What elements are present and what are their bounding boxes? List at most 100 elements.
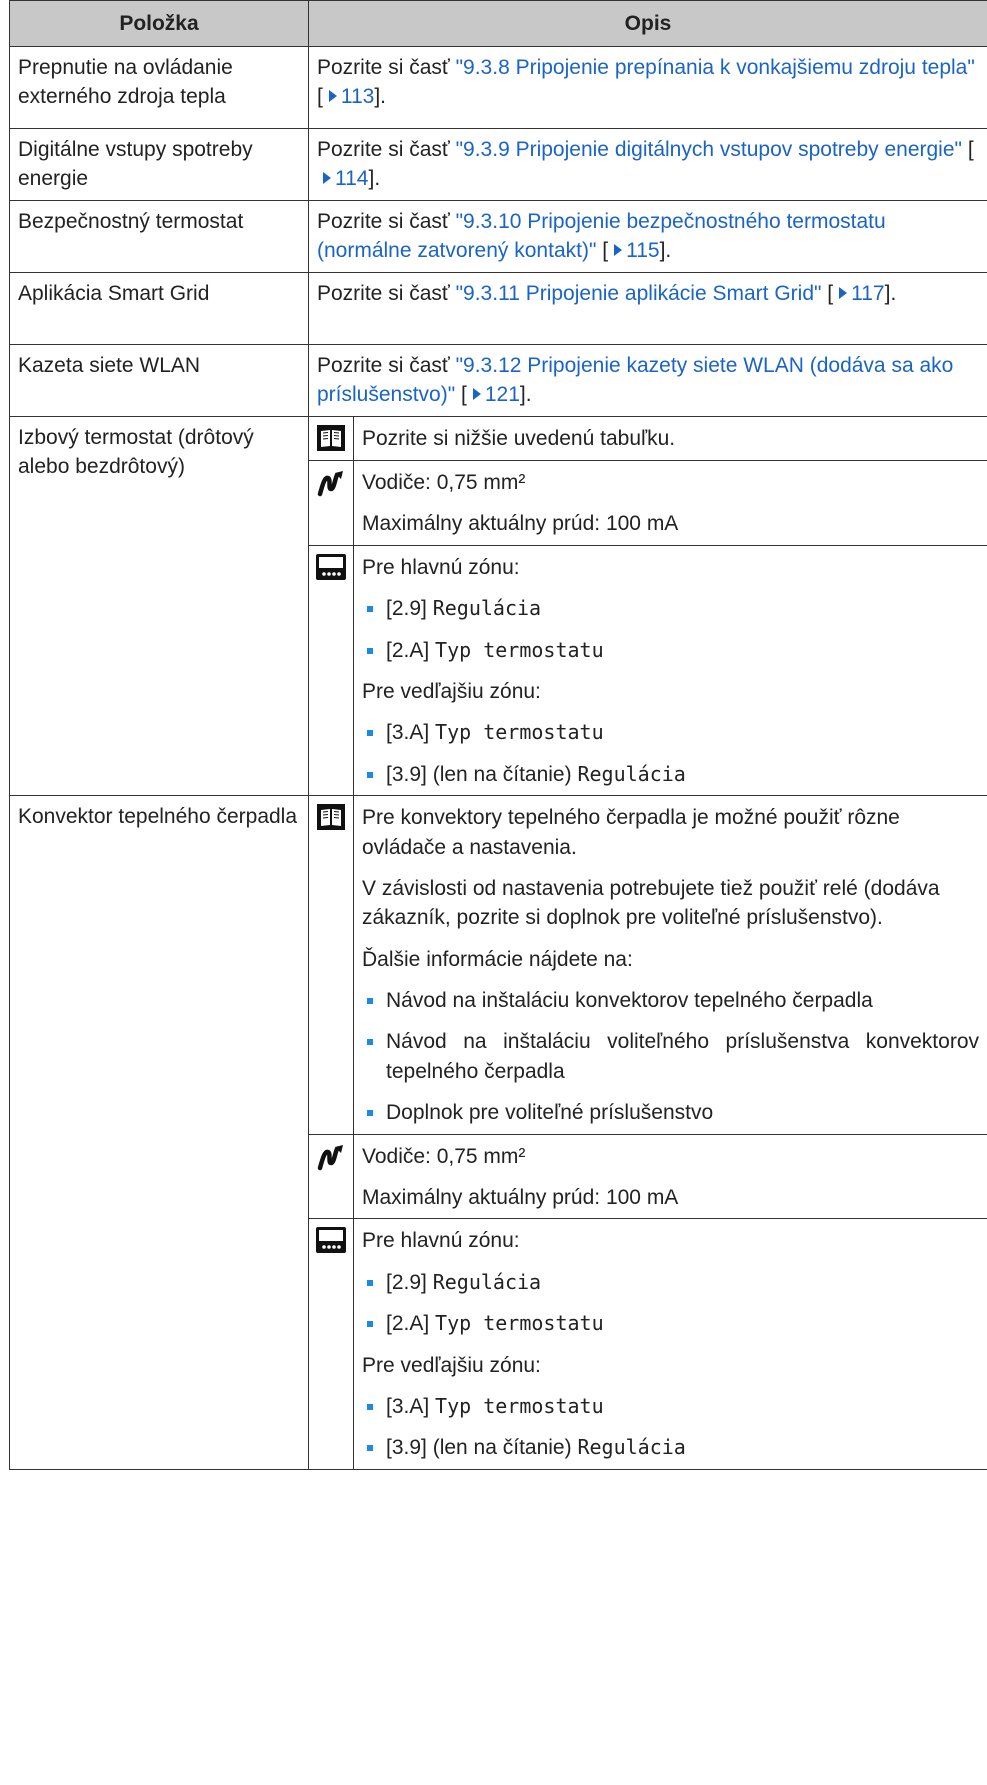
list-item: [2.A] Typ termostatu (362, 1309, 979, 1338)
detail-row-wiring: Vodiče: 0,75 mm² Maximálny aktuálny prúd… (309, 460, 987, 546)
detail-text: Pre konvektory tepelného čerpadla je mož… (354, 796, 987, 1134)
table-header: Položka Opis (9, 0, 987, 47)
icon-cell (309, 417, 354, 461)
list-item: [2.9] Regulácia (362, 1268, 979, 1297)
bracket-open: [ (821, 282, 834, 305)
row-item: Izbový termostat (drôtový alebo bezdrôto… (9, 415, 309, 797)
page-arrow-icon (839, 287, 848, 299)
wire-spec: Vodiče: 0,75 mm² (362, 471, 526, 494)
bracket-open: [ (596, 239, 609, 263)
section-link[interactable]: "9.3.11 Pripojenie aplikácie Smart Grid" (456, 282, 822, 305)
setting-code: [3.9] (len na čítanie) (386, 1436, 572, 1460)
section-link[interactable]: "9.3.9 Pripojenie digitálnych vstupov sp… (456, 138, 962, 161)
detail-text: Pozrite si nižšie uvedenú tabuľku. (354, 417, 987, 461)
setting-code: [3.A] (386, 1394, 430, 1418)
detail-table: Pre konvektory tepelného čerpadla je mož… (309, 796, 987, 1469)
setting-name: Regulácia (432, 1269, 542, 1294)
setting-code: [2.A] (386, 638, 430, 662)
row-item: Bezpečnostný termostat (9, 200, 309, 273)
convector-paragraph: Ďalšie informácie nájdete na: (362, 947, 633, 971)
bracket-open: [ (961, 138, 974, 161)
user-interface-icon (316, 553, 346, 580)
list-item: [2.A] Typ termostatu (362, 636, 979, 665)
icon-cell (309, 1133, 354, 1219)
icon-cell (309, 544, 354, 796)
row-item: Aplikácia Smart Grid (9, 272, 309, 345)
detail-table: Pozrite si nižšie uvedenú tabuľku. Vodič… (309, 417, 987, 796)
row-description: Pozrite si časť "9.3.12 Pripojenie kazet… (308, 344, 987, 417)
page-ref[interactable]: 115 (626, 239, 659, 262)
ref-text: Pozrite si časť (317, 138, 456, 161)
page-ref[interactable]: 121 (485, 383, 520, 406)
row-item: Digitálne vstupy spotreby energie (9, 128, 309, 201)
table-row: Bezpečnostný termostat Pozrite si časť "… (9, 200, 987, 273)
icon-cell (309, 796, 354, 1135)
book-icon (317, 425, 345, 451)
table-row: Aplikácia Smart Grid Pozrite si časť "9.… (9, 272, 987, 345)
ref-text: Pozrite si časť (317, 282, 456, 305)
detail-row-settings: Pre hlavnú zónu: [2.9] Regulácia [2.A] T… (309, 544, 987, 796)
list-item: Návod na inštaláciu voliteľného prísluše… (362, 1027, 979, 1086)
row-description: Pre konvektory tepelného čerpadla je mož… (308, 795, 987, 1470)
list-item: [2.9] Regulácia (362, 594, 979, 623)
row-item: Prepnutie na ovládanie externého zdroja … (9, 46, 309, 129)
row-description: Pozrite si nižšie uvedenú tabuľku. Vodič… (308, 415, 987, 797)
ref-text: Pozrite si časť (317, 210, 456, 233)
main-zone-label: Pre hlavnú zónu: (362, 555, 520, 579)
detail-row-reference: Pozrite si nižšie uvedenú tabuľku. (309, 417, 987, 461)
list-item: [3.9] (len na čítanie) Regulácia (362, 760, 979, 789)
table-row: Kazeta siete WLAN Pozrite si časť "9.3.1… (9, 344, 987, 417)
ref-text: Pozrite si časť (317, 56, 456, 79)
list-item: [3.A] Typ termostatu (362, 1392, 979, 1421)
bracket-close: ]. (519, 383, 532, 407)
page-arrow-icon (323, 172, 331, 185)
book-icon (317, 804, 345, 831)
list-item: Návod na inštaláciu konvektorov tepelnéh… (362, 986, 979, 1015)
convector-paragraph: V závislosti od nastavenia potrebujete t… (362, 876, 940, 930)
table-row-convector: Konvektor tepelného čerpadla Pre konvekt… (9, 795, 987, 1470)
table-row: Prepnutie na ovládanie externého zdroja … (9, 46, 987, 129)
row-description: Pozrite si časť "9.3.8 Pripojenie prepín… (308, 46, 987, 129)
setting-name: Regulácia (577, 761, 686, 786)
page-ref[interactable]: 113 (341, 85, 374, 108)
row-description: Pozrite si časť "9.3.10 Pripojenie bezpe… (308, 200, 987, 273)
list-item: [3.A] Typ termostatu (362, 718, 979, 747)
bracket-close: ]. (368, 167, 381, 191)
icon-cell (309, 1218, 354, 1469)
page-ref[interactable]: 114 (335, 167, 368, 190)
row-item: Kazeta siete WLAN (9, 344, 309, 417)
user-interface-icon (316, 1227, 346, 1254)
ref-text: Pozrite si časť (317, 354, 456, 377)
aux-zone-label: Pre vedľajšiu zónu: (362, 1353, 541, 1377)
bracket-close: ]. (884, 282, 897, 305)
row-description: Pozrite si časť "9.3.9 Pripojenie digitá… (308, 128, 987, 201)
main-zone-label: Pre hlavnú zónu: (362, 1229, 520, 1253)
aux-zone-label: Pre vedľajšiu zónu: (362, 679, 541, 703)
setting-name: Typ termostatu (435, 1311, 604, 1336)
table-row-room-thermostat: Izbový termostat (drôtový alebo bezdrôto… (9, 415, 987, 797)
page-arrow-icon (328, 90, 337, 103)
setting-code: [3.A] (386, 721, 430, 745)
detail-text: Pre hlavnú zónu: [2.9] Regulácia [2.A] T… (353, 1218, 987, 1469)
page-ref[interactable]: 117 (851, 282, 884, 305)
setting-code: [3.9] (len na čítanie) (386, 762, 572, 786)
bracket-open: [ (455, 383, 467, 407)
convector-paragraph: Pre konvektory tepelného čerpadla je mož… (362, 806, 900, 859)
wire-icon (317, 469, 345, 497)
bracket-close: ]. (659, 239, 672, 263)
section-link[interactable]: "9.3.8 Pripojenie prepínania k vonkajšie… (456, 56, 975, 79)
row-description: Pozrite si časť "9.3.11 Pripojenie aplik… (308, 272, 987, 345)
page: Položka Opis Prepnutie na ovládanie exte… (0, 0, 987, 1785)
bracket-open: [ (317, 85, 323, 109)
wire-spec: Vodiče: 0,75 mm² (362, 1144, 526, 1168)
list-item: Doplnok pre voliteľné príslušenstvo (362, 1098, 979, 1127)
setting-code: [2.A] (386, 1312, 430, 1336)
reference-text: Pozrite si nižšie uvedenú tabuľku. (362, 427, 676, 450)
setting-code: [2.9] (386, 1270, 427, 1294)
detail-text: Pre hlavnú zónu: [2.9] Regulácia [2.A] T… (353, 544, 987, 796)
row-item: Konvektor tepelného čerpadla (9, 795, 309, 1470)
setting-code: [2.9] (386, 597, 427, 621)
setting-name: Typ termostatu (435, 637, 604, 662)
wire-icon (317, 1142, 345, 1171)
wiring-table: Položka Opis Prepnutie na ovládanie exte… (9, 0, 987, 1470)
